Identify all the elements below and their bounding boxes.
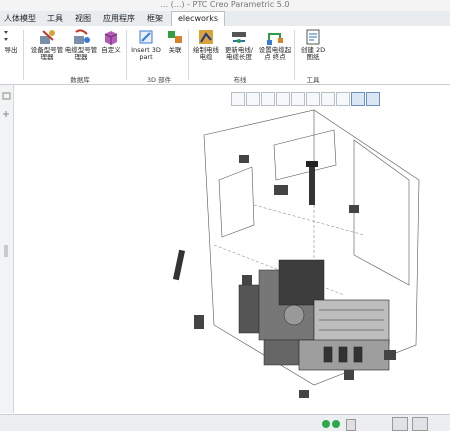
refit-icon[interactable]: [231, 92, 245, 106]
export-label: 导出: [4, 46, 18, 54]
create-2d-drawing-label: 创建 2D 图纸: [300, 46, 326, 61]
saved-views-icon[interactable]: [306, 92, 320, 106]
group-separator: [294, 30, 295, 80]
shading-icon[interactable]: [291, 92, 305, 106]
filter-icon[interactable]: [346, 419, 356, 431]
camera-icon[interactable]: [321, 92, 335, 106]
draw-wire-icon: [197, 28, 215, 46]
ribbon: 导出 设备型号管理器 电缆型号管理器 自定义 Insert 3D part 关联: [0, 26, 450, 85]
cable-manager-icon: [72, 28, 90, 46]
insert-3d-part-button[interactable]: Insert 3D part: [129, 28, 163, 61]
customize-label: 自定义: [101, 46, 121, 54]
status-bar: [0, 414, 450, 431]
selection-filter-icon[interactable]: [392, 417, 408, 431]
update-wire-length-button[interactable]: 更新电线/电缆长度: [222, 28, 256, 61]
group-label-tools: 工具: [306, 76, 320, 84]
cable-model-manager-label: 电缆型号管理器: [64, 46, 98, 61]
group-label-database: 数据库: [70, 76, 90, 84]
ribbon-tabs: 人体模型 工具 视图 应用程序 框架 elecworks: [0, 11, 450, 27]
draw-wire-cable-label: 绘制电线 电缆: [193, 46, 219, 61]
customize-box-icon: [102, 28, 120, 46]
insert-3d-part-label: Insert 3D part: [131, 46, 161, 61]
orient-icon[interactable]: [366, 92, 380, 106]
drawing-sheet-icon: [304, 28, 322, 46]
device-model-manager-label: 设备型号管理器: [30, 46, 64, 61]
tree-toggle-icon: [2, 92, 11, 117]
update-length-icon: [230, 28, 248, 46]
associate-label: 关联: [168, 46, 182, 54]
repaint-icon[interactable]: [276, 92, 290, 106]
graphics-window[interactable]: [14, 85, 450, 413]
insert-3d-part-icon: [137, 28, 155, 46]
datum-display-icon[interactable]: [336, 92, 350, 106]
cable-model-manager-button[interactable]: 电缆型号管理器: [64, 28, 98, 61]
group-separator: [188, 30, 189, 80]
full-screen-icon[interactable]: [412, 417, 428, 431]
group-separator: [23, 30, 24, 80]
export-button[interactable]: 导出: [1, 28, 21, 54]
group-label-3d-parts: 3D 部件: [146, 76, 172, 84]
group-separator: [126, 30, 127, 80]
device-model-manager-button[interactable]: 设备型号管理器: [30, 28, 64, 61]
create-2d-drawing-button[interactable]: 创建 2D 图纸: [298, 28, 328, 61]
tab-elecworks[interactable]: elecworks: [171, 11, 225, 27]
group-label-routing: 布线: [233, 76, 247, 84]
model-tree-collapsed-panel[interactable]: [0, 85, 14, 413]
device-manager-icon: [38, 28, 56, 46]
tab-view[interactable]: 视图: [71, 12, 95, 25]
tab-tools[interactable]: 工具: [43, 12, 67, 25]
update-wire-length-label: 更新电线/电缆长度: [224, 46, 254, 61]
set-endpoints-icon: [266, 28, 284, 46]
window-title: ... (...) - PTC Creo Parametric 5.0: [0, 0, 450, 11]
tab-framework[interactable]: 框架: [143, 12, 167, 25]
zoom-out-icon[interactable]: [261, 92, 275, 106]
panel-sash-handle[interactable]: [4, 245, 8, 257]
assembly-exploded-view: [172, 109, 420, 398]
tab-applications[interactable]: 应用程序: [99, 12, 139, 25]
set-cable-endpoints-button[interactable]: 设置电缆起点 终点: [258, 28, 292, 61]
dropdown-arrow-icon: [2, 28, 20, 46]
set-cable-endpoints-label: 设置电缆起点 终点: [258, 46, 292, 61]
draw-wire-cable-button[interactable]: 绘制电线 电缆: [191, 28, 221, 61]
associate-icon: [166, 28, 184, 46]
status-light-icon: [332, 420, 340, 428]
tab-manikin[interactable]: 人体模型: [1, 12, 39, 25]
associate-button[interactable]: 关联: [164, 28, 186, 54]
zoom-in-icon[interactable]: [246, 92, 260, 106]
customize-button[interactable]: 自定义: [99, 28, 123, 54]
status-light-icon: [322, 420, 330, 428]
spin-center-icon[interactable]: [351, 92, 365, 106]
